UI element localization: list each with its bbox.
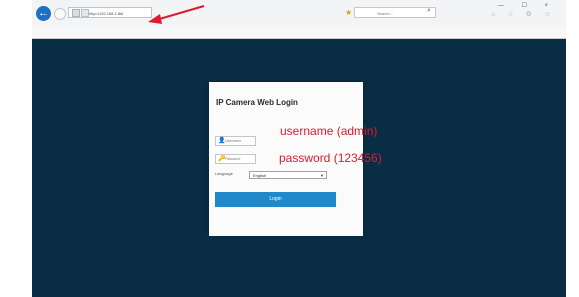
password-placeholder: Password xyxy=(225,157,241,161)
forward-button[interactable] xyxy=(54,8,66,20)
compat-icon[interactable] xyxy=(81,9,89,17)
page-icon xyxy=(72,9,80,17)
username-annotation: username (admin) xyxy=(280,124,378,138)
red-arrow-icon xyxy=(148,5,205,24)
language-select[interactable]: English ▼ xyxy=(249,171,327,179)
tab-bar: IE Login × xyxy=(32,26,566,63)
username-field[interactable]: 👤 Username xyxy=(215,136,256,146)
username-placeholder: Username xyxy=(225,139,242,143)
language-value: English xyxy=(253,173,267,178)
login-title: IP Camera Web Login xyxy=(216,98,298,107)
login-button[interactable]: Login xyxy=(215,192,336,207)
window-controls[interactable]: — ☐ × xyxy=(498,2,556,9)
favorites-icon[interactable]: ★ xyxy=(345,8,352,17)
chevron-down-icon: ▼ xyxy=(320,173,324,178)
search-input[interactable]: Search... xyxy=(354,7,436,18)
back-button[interactable]: ← xyxy=(36,6,51,21)
browser-toolbar: ← http://192.168.1.88/ ★ Search... ⌕ — ☐… xyxy=(32,0,566,27)
password-field[interactable]: 🔑 Password xyxy=(215,154,256,164)
search-icon[interactable]: ⌕ xyxy=(427,7,431,15)
toolbar-icons[interactable]: ⌂ ☆ ⚙ ☺ xyxy=(491,10,556,18)
language-label: Language xyxy=(215,171,233,176)
password-annotation: password (123456) xyxy=(279,151,382,165)
page-viewport: IP Camera Web Login 👤 Username 🔑 Passwor… xyxy=(32,39,566,297)
browser-window: ← http://192.168.1.88/ ★ Search... ⌕ — ☐… xyxy=(32,0,566,297)
